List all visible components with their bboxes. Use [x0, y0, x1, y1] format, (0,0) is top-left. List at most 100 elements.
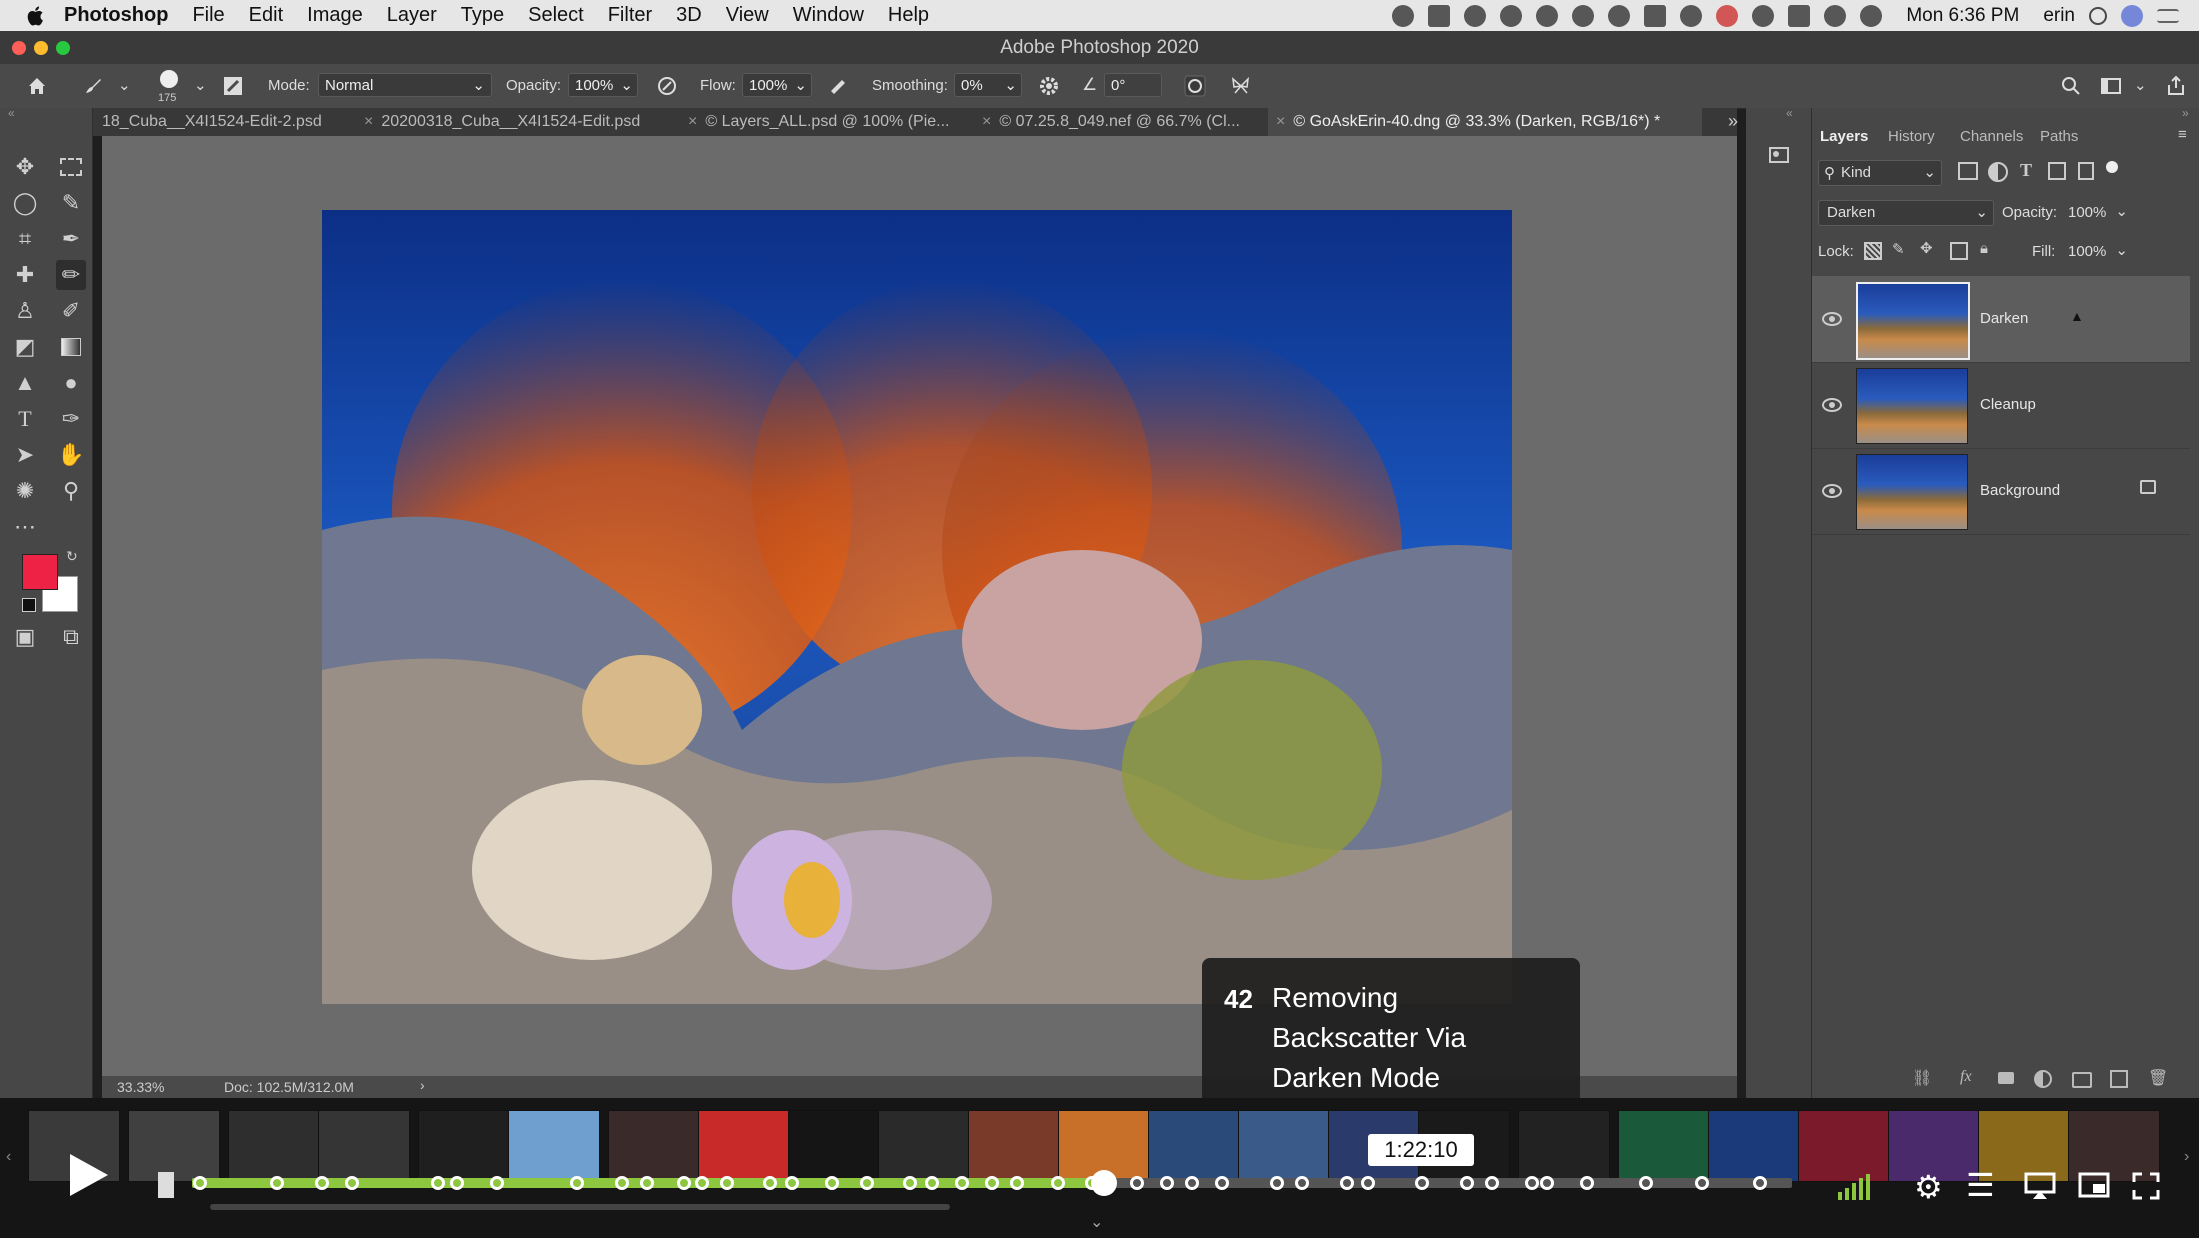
user-name[interactable]: erin [2043, 5, 2075, 27]
playhead-knob[interactable] [1091, 1170, 1117, 1196]
display-icon[interactable] [1428, 4, 1451, 27]
chapter-marker[interactable] [860, 1176, 874, 1190]
crop-tool-icon[interactable]: ⌗ [10, 224, 40, 254]
bluetooth-icon[interactable] [1572, 4, 1595, 27]
gradient-tool-icon[interactable] [56, 332, 86, 362]
chapter-thumbnail[interactable] [1518, 1110, 1610, 1182]
chapter-marker[interactable] [720, 1176, 734, 1190]
play-icon[interactable] [68, 1152, 110, 1198]
dropbox-icon[interactable] [1608, 4, 1631, 27]
menu-image[interactable]: Image [307, 4, 363, 27]
chevron-down-icon[interactable]: ⌄ [118, 76, 131, 94]
smoothing-gear-icon[interactable] [1038, 75, 1060, 97]
menu-view[interactable]: View [726, 4, 769, 27]
chapter-thumbnail[interactable] [698, 1110, 790, 1182]
foreground-color-swatch[interactable] [22, 554, 58, 590]
marquee-tool-icon[interactable] [56, 152, 86, 182]
doc-tab[interactable]: 18_Cuba__X4I1524-Edit-2.psd [102, 108, 372, 136]
chapter-marker[interactable] [1270, 1176, 1284, 1190]
chapter-marker[interactable] [1460, 1176, 1474, 1190]
chapter-thumbnail[interactable] [418, 1110, 510, 1182]
hand-tool-icon[interactable]: ✋ [56, 440, 86, 470]
siri-icon[interactable] [2121, 4, 2143, 27]
visibility-eye-icon[interactable] [1822, 312, 1842, 326]
panel-menu-icon[interactable]: ≡ [2178, 126, 2187, 143]
home-icon[interactable] [26, 75, 48, 97]
spotlight-search-icon[interactable] [2089, 6, 2107, 25]
blend-mode-select[interactable]: Darken ⌄ [1818, 200, 1994, 226]
menu-file[interactable]: File [192, 4, 224, 27]
mode-select[interactable]: Normal ⌄ [318, 73, 492, 97]
m-logo-icon[interactable] [1536, 4, 1559, 27]
close-window-button[interactable] [12, 41, 26, 55]
chapter-marker[interactable] [1130, 1176, 1144, 1190]
layer-thumbnail[interactable] [1856, 282, 1970, 360]
scroll-track[interactable] [210, 1204, 950, 1210]
chapter-marker[interactable] [677, 1176, 691, 1190]
chapter-marker[interactable] [1415, 1176, 1429, 1190]
chapters-list-icon[interactable]: ☰ [1966, 1166, 1995, 1204]
chapter-marker[interactable] [985, 1176, 999, 1190]
lock-artboard-icon[interactable] [1950, 242, 1968, 260]
filter-toggle-icon[interactable] [2106, 161, 2118, 173]
share-icon[interactable] [2165, 75, 2187, 97]
pen-tool-icon[interactable]: ✑ [56, 404, 86, 434]
chapter-marker[interactable] [1340, 1176, 1354, 1190]
chapter-marker[interactable] [193, 1176, 207, 1190]
fullscreen-icon[interactable] [2132, 1172, 2160, 1200]
chapter-marker[interactable] [1295, 1176, 1309, 1190]
picture-in-picture-icon[interactable] [2078, 1172, 2110, 1198]
record-icon[interactable] [1716, 4, 1739, 27]
layer-row[interactable]: Background [1812, 448, 2190, 535]
more-tools-icon[interactable]: ⋯ [10, 512, 40, 542]
doc-tab[interactable]: × © Layers_ALL.psd @ 100% (Pie... [688, 108, 978, 136]
layer-name[interactable]: Darken [1980, 310, 2028, 327]
lock-transparent-icon[interactable] [1864, 242, 1882, 260]
pressure-opacity-icon[interactable] [656, 75, 678, 97]
chevron-down-icon[interactable]: ⌄ [194, 76, 207, 94]
clock-text[interactable]: Mon 6:36 PM [1906, 5, 2019, 27]
fill-field[interactable]: 100% ⌄ [2064, 239, 2130, 263]
filter-type-icon[interactable]: T [2020, 160, 2032, 181]
airbrush-icon[interactable] [828, 75, 850, 97]
chapter-marker[interactable] [1010, 1176, 1024, 1190]
menu-app-name[interactable]: Photoshop [64, 4, 168, 27]
chapter-marker[interactable] [1753, 1176, 1767, 1190]
app-status-icon[interactable] [1644, 4, 1667, 27]
chapter-marker[interactable] [825, 1176, 839, 1190]
custom-shape-tool-icon[interactable]: ✺ [10, 476, 40, 506]
layer-filter-kind-select[interactable]: ⚲ Kind ⌄ [1818, 160, 1942, 186]
chapter-marker[interactable] [570, 1176, 584, 1190]
close-tab-icon[interactable]: × [364, 113, 373, 130]
symmetry-butterfly-icon[interactable] [1230, 75, 1252, 97]
collapse-panel-icon[interactable]: » [2182, 106, 2189, 120]
menu-layer[interactable]: Layer [387, 4, 437, 27]
visibility-eye-icon[interactable] [1822, 484, 1842, 498]
chapter-marker[interactable] [903, 1176, 917, 1190]
chapter-thumbnail[interactable] [788, 1110, 880, 1182]
smoothing-field[interactable]: 0% ⌄ [954, 73, 1022, 97]
new-layer-icon[interactable] [2110, 1070, 2128, 1088]
chapter-marker[interactable] [1540, 1176, 1554, 1190]
angle-field[interactable]: 0° [1104, 73, 1162, 97]
delete-layer-icon[interactable]: 🗑︎ [2148, 1068, 2168, 1088]
tab-overflow-icon[interactable]: » [1728, 111, 1738, 132]
layer-style-fx-icon[interactable]: fx [1960, 1068, 1972, 1086]
chapter-marker[interactable] [763, 1176, 777, 1190]
brush-tool-preset-icon[interactable] [82, 75, 104, 97]
chapter-thumbnail[interactable] [968, 1110, 1060, 1182]
wifi-icon[interactable] [1824, 4, 1847, 27]
tab-paths[interactable]: Paths [2040, 128, 2078, 145]
chapter-thumbnail[interactable] [318, 1110, 410, 1182]
chapter-marker[interactable] [1485, 1176, 1499, 1190]
layer-row[interactable]: Darken ▲ [1812, 276, 2190, 363]
type-tool-icon[interactable]: T [10, 404, 40, 434]
collapse-player-icon[interactable]: ⌄ [1090, 1212, 1103, 1232]
menu-select[interactable]: Select [528, 4, 584, 27]
search-icon[interactable] [2060, 75, 2082, 97]
chapter-thumbnail[interactable] [1798, 1110, 1890, 1182]
collapse-panel-icon[interactable]: « [8, 106, 15, 120]
status-menu-arrow-icon[interactable]: › [420, 1077, 425, 1093]
menu-edit[interactable]: Edit [249, 4, 283, 27]
screen-mode-icon[interactable]: ⧉ [56, 622, 86, 652]
